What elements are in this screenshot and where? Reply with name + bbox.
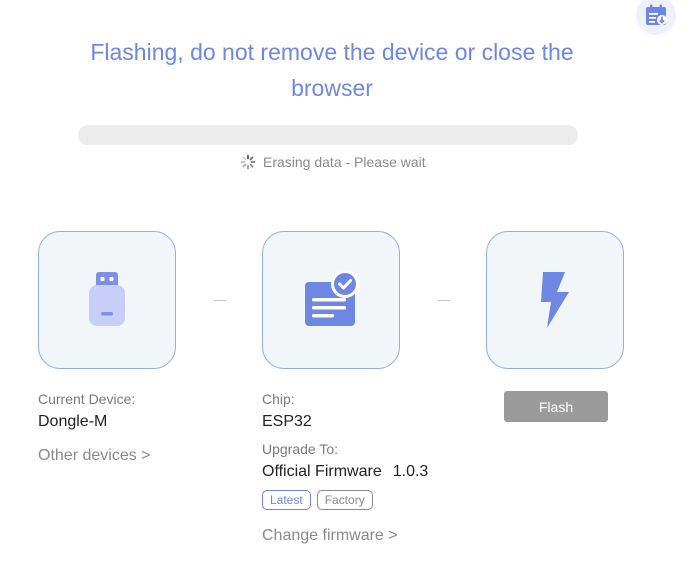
upgrade-to-label: Upgrade To: xyxy=(262,441,339,457)
progress-bar xyxy=(78,125,578,145)
status-line: Erasing data - Please wait xyxy=(240,153,426,171)
calendar-download-button[interactable] xyxy=(636,0,676,35)
firmware-name: Official Firmware xyxy=(262,463,382,480)
chip-info: Chip: ESP32 Upgrade To: Official Firmwar… xyxy=(262,390,428,546)
step-connector xyxy=(214,300,226,301)
usb-dongle-icon xyxy=(89,272,125,326)
page-title: Flashing, do not remove the device or cl… xyxy=(90,39,574,101)
current-device-label: Current Device: xyxy=(38,391,136,407)
chip-card xyxy=(262,231,400,369)
current-device-name: Dongle-M xyxy=(38,413,108,430)
tag-latest[interactable]: Latest xyxy=(262,490,311,510)
firmware-version: 1.0.3 xyxy=(392,463,429,480)
firmware-document-check-icon xyxy=(305,270,359,326)
change-firmware-link[interactable]: Change firmware > xyxy=(262,526,428,546)
loading-spinner-icon xyxy=(240,154,256,170)
flash-button[interactable]: Flash xyxy=(504,391,608,422)
firmware-tags: Latest Factory xyxy=(262,490,428,510)
device-info: Current Device: Dongle-M Other devices > xyxy=(38,390,151,466)
firmware-row: Official Firmware 1.0.3 xyxy=(262,462,428,482)
chip-name: ESP32 xyxy=(262,413,312,430)
other-devices-link[interactable]: Other devices > xyxy=(38,446,151,466)
step-connector xyxy=(438,300,450,301)
lightning-bolt-icon xyxy=(541,272,569,328)
calendar-download-icon xyxy=(646,4,667,25)
tag-factory[interactable]: Factory xyxy=(316,490,373,510)
device-card xyxy=(38,231,176,369)
flash-card xyxy=(486,231,624,369)
status-text: Erasing data - Please wait xyxy=(263,154,426,170)
chip-label: Chip: xyxy=(262,391,295,407)
